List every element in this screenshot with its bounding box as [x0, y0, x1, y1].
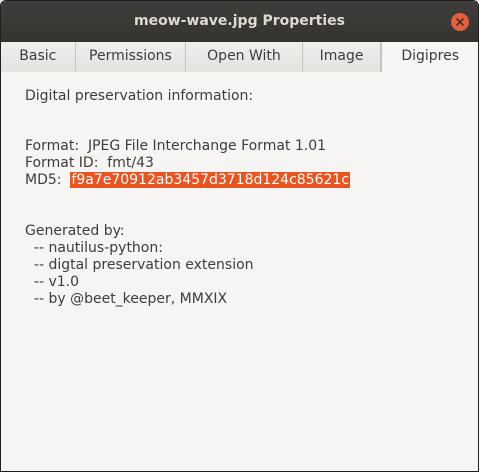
close-button[interactable] — [451, 13, 469, 31]
window-title: meow-wave.jpg Properties — [133, 13, 345, 29]
credit-line: -- v1.0 — [25, 274, 80, 290]
tab-open-with[interactable]: Open With — [186, 42, 303, 72]
generated-by-label: Generated by: — [25, 223, 125, 239]
tab-bar: Basic Permissions Open With Image Digipr… — [1, 42, 478, 73]
tab-image[interactable]: Image — [302, 42, 382, 72]
tab-digipres[interactable]: Digipres — [381, 42, 478, 73]
md5-line: MD5: f9a7e70912ab3457d3718d124c85621c — [25, 172, 351, 189]
digipres-panel: Digital preservation information: Format… — [1, 72, 478, 471]
panel-heading: Digital preservation information: — [25, 88, 254, 104]
close-icon — [456, 18, 464, 26]
credit-line: -- nautilus-python: — [25, 240, 163, 256]
credit-line: -- by @beet_keeper, MMXIX — [25, 291, 228, 307]
tab-basic[interactable]: Basic — [1, 42, 76, 72]
format-id-line: Format ID: fmt/43 — [25, 155, 154, 171]
md5-value[interactable]: f9a7e70912ab3457d3718d124c85621c — [70, 172, 351, 188]
format-line: Format: JPEG File Interchange Format 1.0… — [25, 138, 327, 154]
credit-line: -- digtal preservation extension — [25, 257, 254, 273]
properties-window: meow-wave.jpg Properties Basic Permissio… — [0, 0, 479, 472]
md5-label: MD5: — [25, 172, 71, 188]
title-bar[interactable]: meow-wave.jpg Properties — [1, 1, 478, 42]
tab-permissions[interactable]: Permissions — [75, 42, 187, 72]
